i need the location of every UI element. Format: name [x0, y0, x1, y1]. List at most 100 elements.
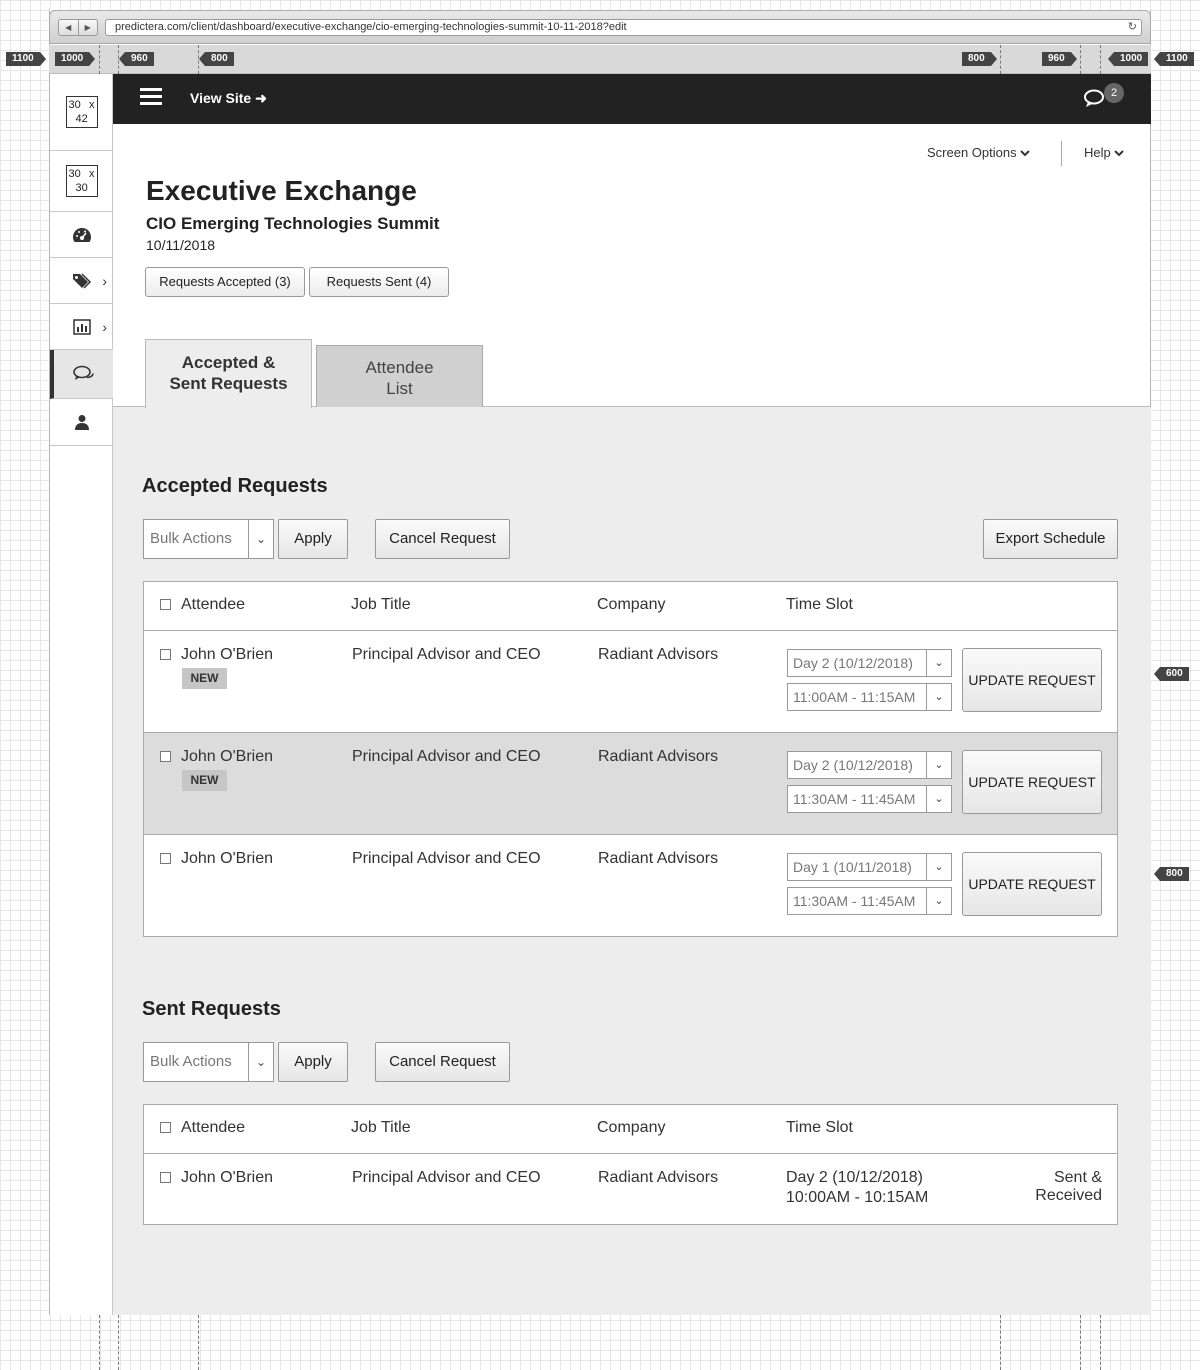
chevron-down-icon: ⌄	[926, 888, 951, 914]
sidebar-item-messages[interactable]	[50, 350, 113, 399]
placeholder-image-icon: 30 x 42	[65, 96, 98, 128]
breakpoint-line	[198, 45, 199, 74]
screen-options-dropdown[interactable]: Screen Options	[927, 145, 1030, 160]
bulk-actions-select[interactable]: Bulk Actions ⌄	[143, 519, 274, 559]
cancel-request-button[interactable]: Cancel Request	[375, 519, 510, 559]
event-date: 10/11/2018	[146, 237, 216, 253]
view-site-link[interactable]: View Site ➜	[190, 90, 267, 107]
bulk-actions-select[interactable]: Bulk Actions ⌄	[143, 1042, 274, 1082]
apply-button[interactable]: Apply	[278, 1042, 348, 1082]
update-request-button[interactable]: UPDATE REQUEST	[962, 750, 1102, 814]
ruler-tag-960-left: 960	[119, 52, 154, 66]
thumb-label: 42	[75, 113, 88, 125]
select-all-checkbox[interactable]	[160, 1122, 171, 1133]
dashboard-icon	[72, 227, 91, 242]
chevron-down-icon: ⌄	[926, 684, 951, 710]
sidebar-item-reports[interactable]: ›	[50, 304, 113, 350]
ruler-tag-1100-right: 1100	[1154, 52, 1194, 66]
ruler-tag-800-right: 800	[962, 52, 997, 66]
ruler-tag-800-side: 800	[1154, 867, 1189, 881]
thumb-label: 30	[68, 168, 81, 180]
view-site-label: View Site	[190, 90, 252, 106]
column-header-company: Company	[597, 1119, 666, 1136]
day-select[interactable]: Day 2 (10/12/2018) ⌄	[787, 649, 952, 677]
sidebar-item-dashboard[interactable]	[50, 212, 113, 258]
job-title: Principal Advisor and CEO	[352, 748, 541, 765]
breakpoint-line	[99, 1315, 100, 1370]
update-request-button[interactable]: UPDATE REQUEST	[962, 852, 1102, 916]
placeholder-image-icon: 30 x 30	[65, 165, 98, 197]
cancel-request-button[interactable]: Cancel Request	[375, 1042, 510, 1082]
row-checkbox[interactable]	[160, 649, 171, 660]
select-all-checkbox[interactable]	[160, 599, 171, 610]
help-dropdown[interactable]: Help	[1084, 145, 1125, 160]
screen-options-label: Screen Options	[927, 145, 1017, 160]
breakpoint-line	[1080, 45, 1081, 74]
attendee-name[interactable]: John O'Brien	[181, 748, 273, 766]
time-slot-time: 10:00AM - 10:15AM	[786, 1189, 929, 1206]
sidebar-thumb-1[interactable]: 30 x 42	[50, 74, 113, 151]
breakpoint-line	[1080, 1315, 1081, 1370]
menu-toggle-icon[interactable]	[140, 88, 162, 108]
export-schedule-button[interactable]: Export Schedule	[983, 519, 1118, 559]
sent-requests-table: Attendee Job Title Company Time Slot Joh…	[143, 1104, 1118, 1225]
day-value: Day 2 (10/12/2018)	[793, 655, 913, 671]
time-value: 11:00AM - 11:15AM	[793, 689, 916, 705]
time-select[interactable]: 11:30AM - 11:45AM ⌄	[787, 887, 952, 915]
forward-icon[interactable]: ▶	[79, 20, 98, 35]
tab-accepted-sent-requests[interactable]: Accepted & Sent Requests	[145, 339, 312, 408]
ruler-tag-1000-left: 1000	[55, 52, 96, 66]
back-icon[interactable]: ◀	[59, 20, 79, 35]
tab-label: Sent Requests	[169, 374, 288, 393]
header-divider	[1061, 141, 1062, 166]
browser-nav-buttons: ◀ ▶	[58, 19, 98, 36]
breakpoint-line	[1100, 45, 1101, 74]
row-checkbox[interactable]	[160, 1172, 171, 1183]
table-row: John O'Brien NEW Principal Advisor and C…	[144, 733, 1117, 834]
new-badge: NEW	[182, 668, 227, 689]
thumb-label: 30	[75, 182, 88, 194]
day-select[interactable]: Day 1 (10/11/2018) ⌄	[787, 853, 952, 881]
column-header-company: Company	[597, 596, 666, 613]
day-value: Day 2 (10/12/2018)	[793, 757, 913, 773]
accepted-requests-heading: Accepted Requests	[142, 475, 328, 497]
time-select[interactable]: 11:30AM - 11:45AM ⌄	[787, 785, 952, 813]
thumb-label: x	[89, 168, 95, 180]
row-checkbox[interactable]	[160, 853, 171, 864]
day-select[interactable]: Day 2 (10/12/2018) ⌄	[787, 751, 952, 779]
sidebar-item-tags[interactable]: ›	[50, 258, 113, 304]
top-admin-bar	[113, 74, 1151, 124]
page-title: Executive Exchange	[146, 175, 417, 206]
chevron-down-icon: ⌄	[248, 1043, 273, 1081]
attendee-name[interactable]: John O'Brien	[181, 646, 273, 664]
chevron-down-icon: ⌄	[248, 520, 273, 558]
update-request-button[interactable]: UPDATE REQUEST	[962, 648, 1102, 712]
reload-icon[interactable]: ↻	[1128, 20, 1137, 35]
job-title: Principal Advisor and CEO	[352, 646, 541, 663]
table-row: John O'Brien Principal Advisor and CEO R…	[144, 1154, 1117, 1224]
tab-attendee-list[interactable]: Attendee List	[316, 345, 483, 407]
status-line: Received	[1035, 1187, 1102, 1204]
time-value: 11:30AM - 11:45AM	[793, 893, 916, 909]
column-header-job-title: Job Title	[351, 596, 411, 613]
apply-button[interactable]: Apply	[278, 519, 348, 559]
new-badge: NEW	[182, 770, 227, 791]
sidebar-item-profile[interactable]	[50, 399, 113, 446]
sidebar-thumb-2[interactable]: 30 x 30	[50, 151, 113, 212]
sent-requests-heading: Sent Requests	[142, 998, 281, 1020]
ruler-tag-1000-right: 1000	[1107, 52, 1149, 66]
ruler-tag-600-side: 600	[1154, 667, 1189, 681]
chevron-down-icon: ⌄	[926, 650, 951, 676]
requests-accepted-button[interactable]: Requests Accepted (3)	[145, 267, 305, 297]
url-text: predictera.com/client/dashboard/executiv…	[115, 21, 627, 33]
breakpoint-line	[198, 1315, 199, 1370]
table-row: John O'Brien NEW Principal Advisor and C…	[144, 631, 1117, 732]
attendee-name[interactable]: John O'Brien	[181, 1169, 273, 1187]
attendee-name[interactable]: John O'Brien	[181, 850, 273, 868]
time-select[interactable]: 11:00AM - 11:15AM ⌄	[787, 683, 952, 711]
column-header-attendee: Attendee	[181, 596, 246, 613]
row-checkbox[interactable]	[160, 751, 171, 762]
address-bar[interactable]: predictera.com/client/dashboard/executiv…	[105, 19, 1142, 36]
company: Radiant Advisors	[598, 748, 719, 765]
requests-sent-button[interactable]: Requests Sent (4)	[309, 267, 449, 297]
